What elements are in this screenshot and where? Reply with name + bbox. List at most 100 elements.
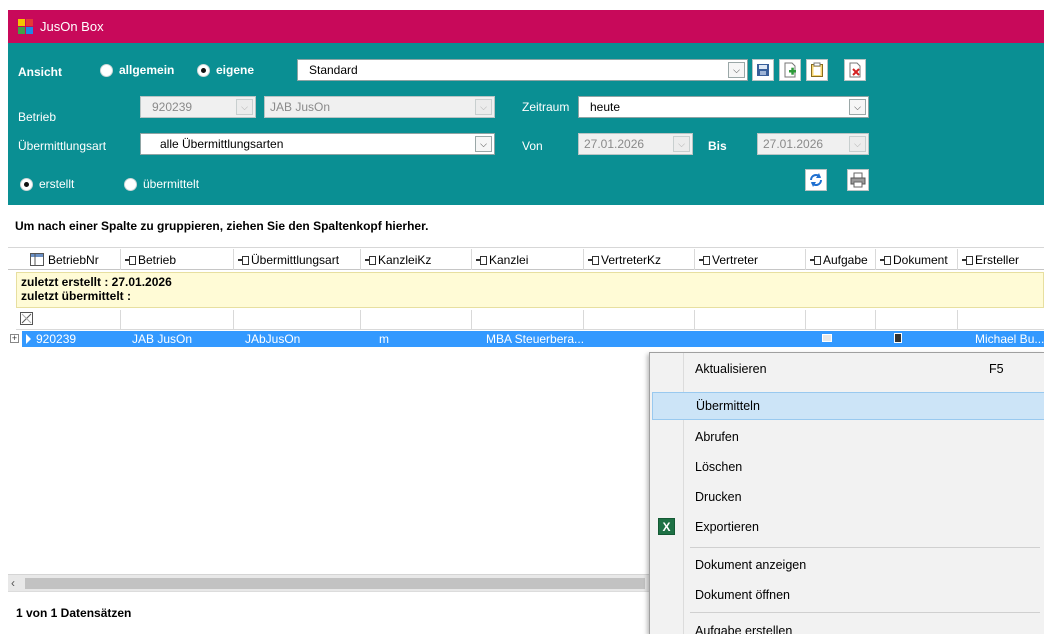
- filter-cell-vertreterkz[interactable]: [584, 310, 695, 330]
- table-row[interactable]: + 920239 JAB JusOn JAbJusOn m MBA Steuer…: [8, 331, 1044, 347]
- filter-cell-vertreter[interactable]: [695, 310, 806, 330]
- column-header-vertreterkz[interactable]: VertreterKz: [584, 249, 695, 270]
- new-document-icon: [784, 62, 796, 78]
- filter-cell-kanzleikz[interactable]: [361, 310, 472, 330]
- chevron-down-icon[interactable]: ⌵: [475, 99, 492, 115]
- uebermittlungsart-label: Übermittlungsart: [18, 139, 107, 153]
- filter-cell-betrieb[interactable]: [121, 310, 234, 330]
- radio-uebermittelt[interactable]: übermittelt: [124, 177, 199, 191]
- column-header-label: KanzleiKz: [378, 252, 432, 267]
- menu-item-dokument-oeffnen[interactable]: Dokument öffnen: [652, 581, 1044, 609]
- copy-view-button[interactable]: [806, 59, 828, 81]
- column-header-row: BetriebNr Betrieb Übermittlungsart Kanzl…: [8, 249, 1044, 270]
- chevron-down-icon[interactable]: ⌵: [728, 62, 745, 78]
- radio-eigene[interactable]: eigene: [197, 63, 254, 77]
- filter-cell-betriebnr[interactable]: [16, 310, 121, 330]
- pin-icon[interactable]: [365, 255, 376, 265]
- radio-erstellt-dot[interactable]: [20, 177, 33, 191]
- document-icon[interactable]: [894, 333, 902, 343]
- pin-icon[interactable]: [125, 255, 136, 265]
- bis-date-picker[interactable]: 27.01.2026 ⌵: [757, 133, 869, 155]
- column-header-betrieb[interactable]: Betrieb: [121, 249, 234, 270]
- von-value: 27.01.2026: [584, 137, 645, 151]
- column-header-kanzleikz[interactable]: KanzleiKz: [361, 249, 472, 270]
- menu-item-abrufen[interactable]: Abrufen: [652, 423, 1044, 451]
- betrieb-label: Betrieb: [18, 110, 57, 124]
- menu-item-aktualisieren[interactable]: Aktualisieren F5: [652, 355, 1044, 383]
- group-by-hint[interactable]: Um nach einer Spalte zu gruppieren, zieh…: [8, 205, 1044, 248]
- filter-cell-dokument[interactable]: [876, 310, 958, 330]
- radio-eigene-dot[interactable]: [197, 63, 210, 77]
- task-icon[interactable]: [822, 334, 832, 342]
- betrieb-nr-combo[interactable]: 920239 ⌵: [140, 96, 256, 118]
- column-header-ersteller[interactable]: Ersteller: [958, 249, 1044, 270]
- menu-item-loeschen[interactable]: Löschen: [652, 453, 1044, 481]
- menu-item-uebermitteln[interactable]: Übermitteln: [652, 392, 1044, 420]
- record-count: 1 von 1 Datensätzen: [16, 606, 132, 620]
- radio-allgemein-label: allgemein: [119, 63, 175, 77]
- radio-allgemein[interactable]: allgemein: [100, 63, 174, 77]
- pin-icon[interactable]: [810, 255, 821, 265]
- filter-cell-aufgabe[interactable]: [806, 310, 876, 330]
- betrieb-name-combo[interactable]: JAB JusOn ⌵: [264, 96, 495, 118]
- chevron-down-icon[interactable]: ⌵: [849, 136, 866, 152]
- scrollbar-thumb[interactable]: [25, 578, 645, 589]
- new-view-button[interactable]: [779, 59, 801, 81]
- menu-item-label: Löschen: [695, 460, 743, 474]
- view-combo-value: Standard: [309, 63, 358, 77]
- menu-item-dokument-anzeigen[interactable]: Dokument anzeigen: [652, 551, 1044, 579]
- filter-cell-kanzlei[interactable]: [472, 310, 584, 330]
- radio-erstellt[interactable]: erstellt: [20, 177, 74, 191]
- menu-item-drucken[interactable]: Drucken: [652, 483, 1044, 511]
- view-combo[interactable]: Standard ⌵: [297, 59, 748, 81]
- pin-icon[interactable]: [880, 255, 891, 265]
- desktop-strip: [0, 0, 1044, 10]
- bis-label: Bis: [708, 139, 727, 153]
- menu-item-label: Drucken: [695, 490, 742, 504]
- column-header-vertreter[interactable]: Vertreter: [695, 249, 806, 270]
- window-title: JusOn Box: [40, 19, 104, 34]
- app-window: JusOn Box Ansicht allgemein eigene Stand…: [0, 0, 1044, 634]
- zeitraum-value: heute: [590, 100, 621, 114]
- chevron-down-icon[interactable]: ⌵: [849, 99, 866, 115]
- pin-icon[interactable]: [238, 255, 249, 265]
- cell-betrieb: JAB JusOn: [132, 332, 193, 346]
- print-button[interactable]: [847, 169, 869, 191]
- menu-item-aufgabe-erstellen[interactable]: Aufgabe erstellen: [652, 617, 1044, 634]
- save-view-button[interactable]: [752, 59, 774, 81]
- title-bar[interactable]: JusOn Box: [8, 10, 1044, 43]
- row-indicator-icon: [26, 334, 31, 344]
- menu-item-label: Übermitteln: [696, 399, 760, 413]
- expand-row-icon[interactable]: +: [10, 334, 19, 343]
- uebermittlungsart-combo[interactable]: alle Übermittlungsarten ⌵: [140, 133, 495, 155]
- zeitraum-combo[interactable]: heute ⌵: [578, 96, 869, 118]
- pin-icon[interactable]: [699, 255, 710, 265]
- column-header-uebermittlungsart[interactable]: Übermittlungsart: [234, 249, 361, 270]
- pin-icon[interactable]: [588, 255, 599, 265]
- column-header-kanzlei[interactable]: Kanzlei: [472, 249, 584, 270]
- clipboard-icon: [811, 62, 823, 77]
- delete-document-icon: [849, 62, 861, 78]
- delete-view-button[interactable]: [844, 59, 866, 81]
- von-date-picker[interactable]: 27.01.2026 ⌵: [578, 133, 693, 155]
- column-header-label: Vertreter: [712, 252, 759, 267]
- menu-separator: [690, 547, 1040, 548]
- column-chooser-icon[interactable]: [30, 253, 44, 266]
- chevron-down-icon[interactable]: ⌵: [236, 99, 253, 115]
- summary-last-created: zuletzt erstellt : 27.01.2026: [21, 275, 172, 289]
- filter-cell-uebermittlungsart[interactable]: [234, 310, 361, 330]
- pin-icon[interactable]: [476, 255, 487, 265]
- refresh-button[interactable]: [805, 169, 827, 191]
- menu-item-exportieren[interactable]: X Exportieren: [652, 513, 1044, 541]
- menu-item-label: Aktualisieren: [695, 362, 767, 376]
- radio-allgemein-dot[interactable]: [100, 63, 113, 77]
- column-header-aufgabe[interactable]: Aufgabe: [806, 249, 876, 270]
- column-header-dokument[interactable]: Dokument: [876, 249, 958, 270]
- radio-uebermittelt-dot[interactable]: [124, 177, 137, 191]
- chevron-down-icon[interactable]: ⌵: [673, 136, 690, 152]
- pin-icon[interactable]: [962, 255, 973, 265]
- cell-ersteller: Michael Bu...: [975, 332, 1044, 346]
- column-header-betriebnr[interactable]: BetriebNr: [26, 249, 121, 270]
- scroll-left-icon[interactable]: ‹: [11, 576, 15, 590]
- chevron-down-icon[interactable]: ⌵: [475, 136, 492, 152]
